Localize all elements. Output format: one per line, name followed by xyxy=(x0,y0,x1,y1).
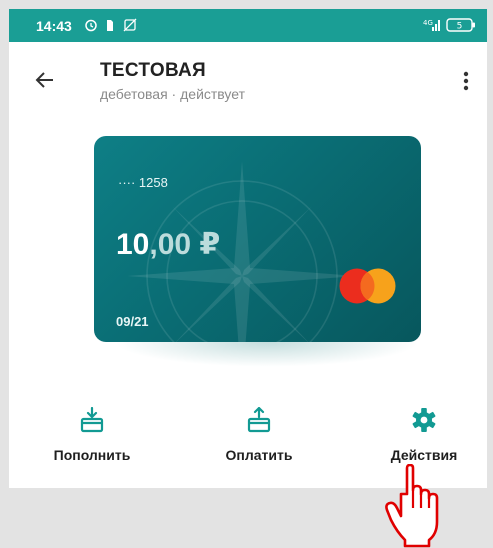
pay-label: Оплатить xyxy=(225,447,293,463)
status-bar: 14:43 4G 5 xyxy=(9,9,487,42)
top-up-icon xyxy=(80,407,104,433)
phone-screen: 14:43 4G 5 ТЕСТОВАЯ дебетовая · действуе… xyxy=(9,9,487,488)
svg-text:4G: 4G xyxy=(423,19,433,27)
pay-icon xyxy=(247,407,271,433)
pay-button[interactable]: Оплатить xyxy=(209,407,309,463)
bank-card[interactable]: ···· 1258 10,00 ₽ 09/21 xyxy=(94,136,421,342)
no-sim-icon xyxy=(123,18,137,32)
back-button[interactable] xyxy=(27,62,63,98)
hand-pointer-icon xyxy=(385,464,439,548)
top-up-label: Пополнить xyxy=(53,447,131,463)
card-status-subtitle: дебетовая · действует xyxy=(100,86,246,102)
top-up-button[interactable]: Пополнить xyxy=(42,407,142,463)
arrow-left-icon xyxy=(35,72,53,88)
alarm-icon xyxy=(85,19,97,32)
actions-label: Действия xyxy=(390,447,458,463)
status-time: 14:43 xyxy=(36,18,72,34)
mastercard-logo-icon xyxy=(339,268,396,304)
app-bar: ТЕСТОВАЯ дебетовая · действует xyxy=(9,42,487,114)
card-expiry: 09/21 xyxy=(116,314,149,329)
battery-level: 5 xyxy=(457,22,463,32)
gear-icon xyxy=(412,408,436,432)
more-menu-button[interactable] xyxy=(455,64,477,98)
card-balance: 10,00 ₽ xyxy=(116,227,220,262)
signal-icon: 4G xyxy=(423,19,440,31)
actions-button[interactable]: Действия xyxy=(374,407,474,463)
sim-icon xyxy=(107,20,113,31)
card-number-masked: ···· 1258 xyxy=(118,175,168,190)
balance-decimal: ,00 ₽ xyxy=(149,228,221,261)
battery-icon: 5 xyxy=(446,18,475,32)
more-vertical-icon xyxy=(463,71,469,91)
balance-integer: 10 xyxy=(116,228,150,261)
page-title: ТЕСТОВАЯ xyxy=(100,60,206,81)
